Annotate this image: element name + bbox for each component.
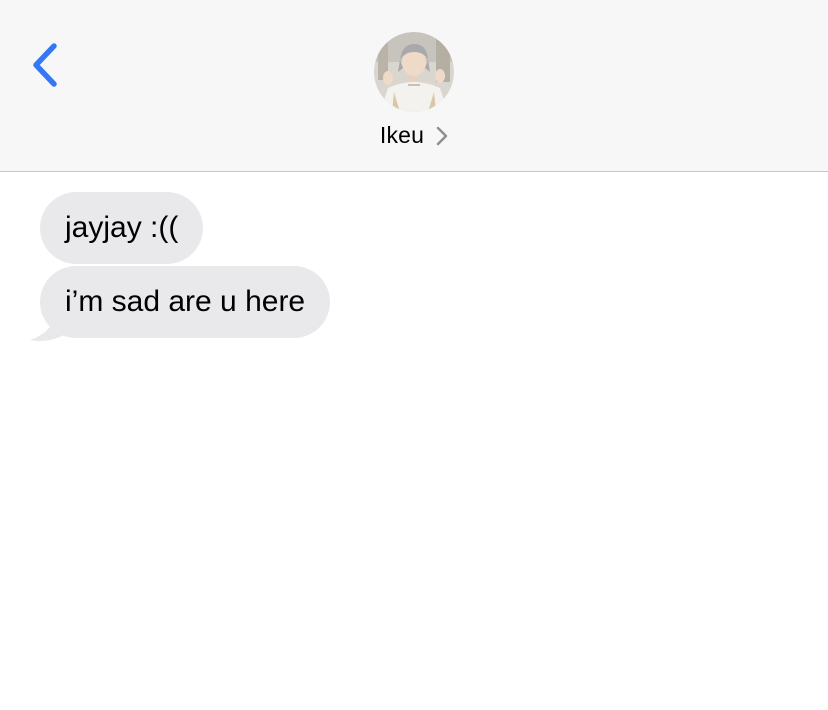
contact-name: Ikeu [379, 122, 425, 148]
message-bubble-incoming[interactable]: jayjay :(( [40, 192, 204, 264]
contact-info-button[interactable]: Ikeu [334, 28, 494, 158]
message-bubble-incoming[interactable]: i’m sad are u here [40, 266, 331, 338]
message-text: i’m sad are u here [65, 285, 306, 318]
back-button[interactable] [20, 36, 76, 96]
message-thread[interactable]: jayjay :(( i’m sad are u here [0, 172, 828, 710]
avatar[interactable] [374, 32, 454, 112]
chevron-right-icon [436, 126, 448, 146]
messages-screen: Ikeu jayjay :(( i’m sad are u here [0, 0, 828, 710]
message-text: jayjay :(( [65, 211, 179, 244]
conversation-header: Ikeu [0, 0, 828, 172]
chevron-left-icon [20, 36, 76, 96]
contact-name-row: Ikeu [334, 122, 494, 150]
